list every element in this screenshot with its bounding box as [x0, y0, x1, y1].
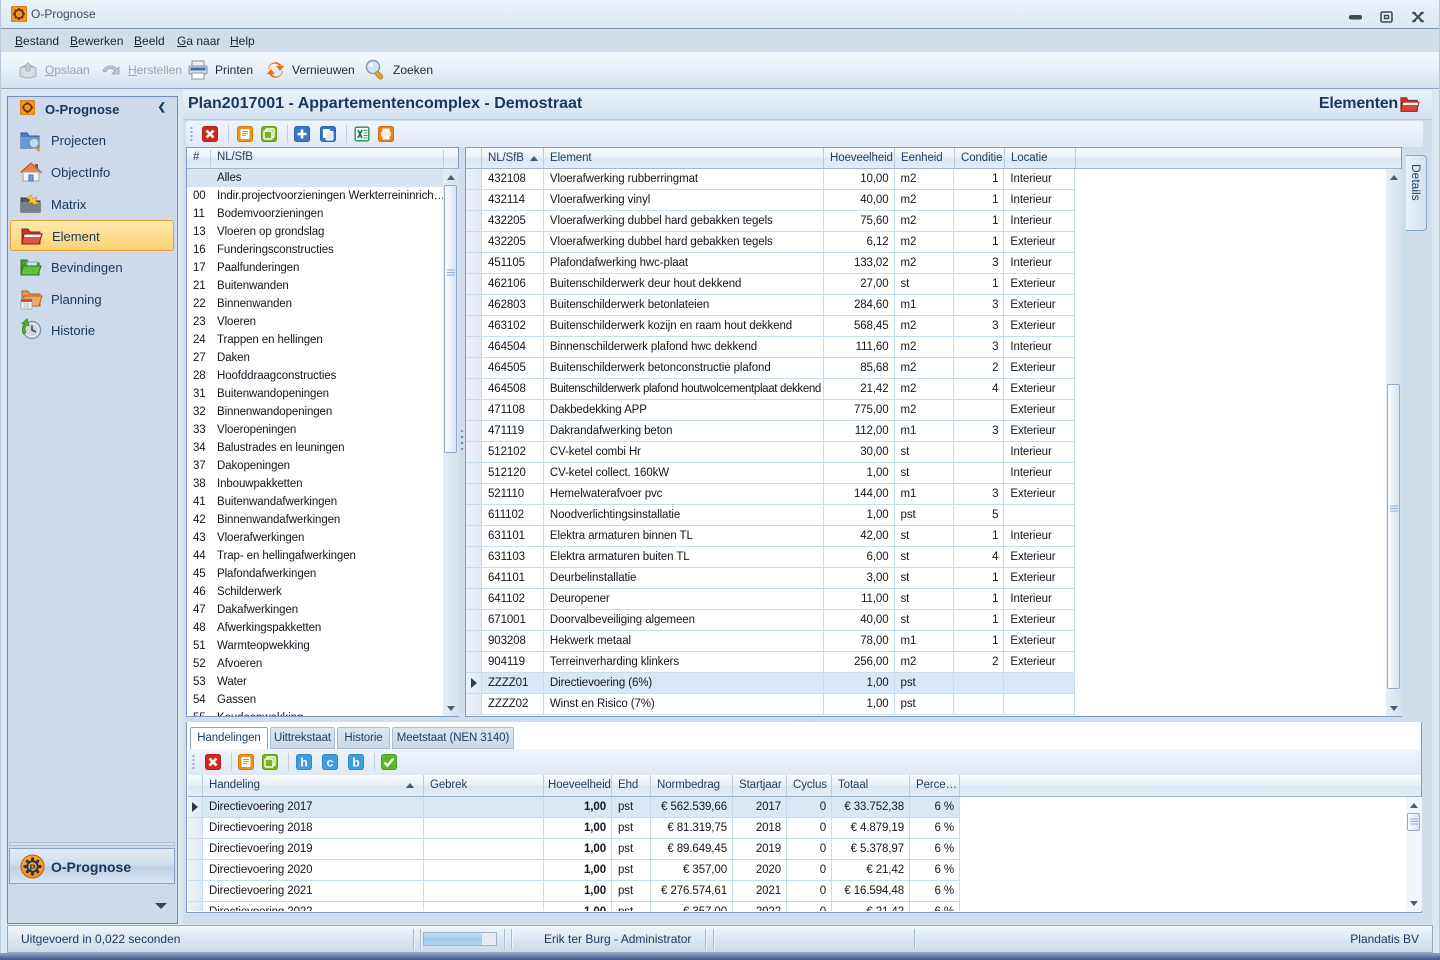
svg-text:h: h — [300, 756, 307, 770]
svg-text:b: b — [352, 756, 359, 770]
svg-text:c: c — [327, 756, 334, 770]
svg-text:P: P — [30, 862, 36, 872]
